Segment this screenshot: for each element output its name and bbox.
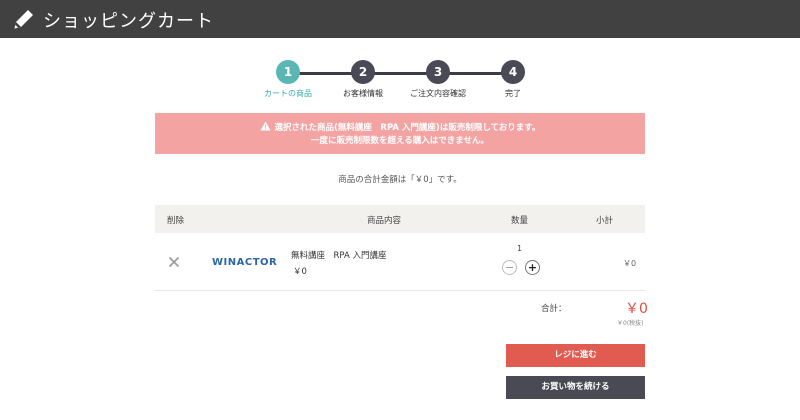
product-name[interactable]: 無料講座 RPA 入門講座	[291, 249, 387, 261]
alert-line-1: 選択された商品(無料講座 RPA 入門講座)は販売制限しております。	[274, 123, 541, 133]
cart-total-note: 商品の合計金額は「￥0」です。	[338, 175, 462, 185]
continue-shopping-button[interactable]: お買い物を続ける	[506, 376, 645, 399]
checkout-steps: 1 カートの商品 2 お客様情報 3 ご注文内容確認 4 完了	[264, 60, 530, 100]
increase-quantity-button[interactable]: +	[525, 260, 540, 275]
decrease-quantity-button[interactable]: −	[502, 260, 517, 275]
checkout-button[interactable]: レジに進む	[506, 344, 645, 367]
step-number: 1	[276, 60, 300, 84]
step-label: お客様情報	[343, 89, 383, 98]
cart-table-header: 削除 商品内容 数量 小計	[155, 205, 645, 233]
column-quantity: 数量	[511, 216, 529, 226]
page-title: ショッピングカート	[43, 11, 214, 32]
column-item: 商品内容	[367, 216, 402, 226]
column-remove: 削除	[167, 216, 185, 226]
product-logo: WINACTOR	[212, 257, 278, 268]
pencil-icon	[14, 10, 33, 29]
remove-item-icon[interactable]	[168, 256, 180, 268]
tax-note: ￥0(税抜)	[617, 320, 644, 327]
column-subtotal: 小計	[596, 216, 614, 226]
total-label: 合計：	[541, 304, 567, 314]
table-row: WINACTOR 無料講座 RPA 入門講座 ￥0 1 − + ￥0	[155, 233, 645, 291]
total-amount: ￥0	[625, 301, 648, 317]
step-number: 3	[426, 60, 450, 84]
step-customer-info: 2 お客様情報	[323, 60, 403, 99]
product-price: ￥0	[293, 267, 307, 277]
step-label: ご注文内容確認	[410, 89, 466, 98]
item-subtotal: ￥0	[623, 259, 637, 268]
step-order-confirm: 3 ご注文内容確認	[398, 60, 478, 99]
step-number: 4	[501, 60, 525, 84]
step-label: カートの商品	[264, 89, 312, 98]
step-cart: 1 カートの商品	[248, 60, 328, 99]
alert-line-2: 一度に販売制限数を超える購入はできません。	[311, 136, 489, 146]
quantity-value: 1	[517, 244, 523, 253]
purchase-limit-alert: 選択された商品(無料講座 RPA 入門講座)は販売制限しております。 一度に販売…	[155, 113, 645, 154]
header-bar: ショッピングカート	[0, 0, 800, 38]
step-complete: 4 完了	[473, 60, 553, 99]
step-label: 完了	[505, 89, 521, 98]
warning-icon	[260, 121, 271, 131]
step-number: 2	[351, 60, 375, 84]
